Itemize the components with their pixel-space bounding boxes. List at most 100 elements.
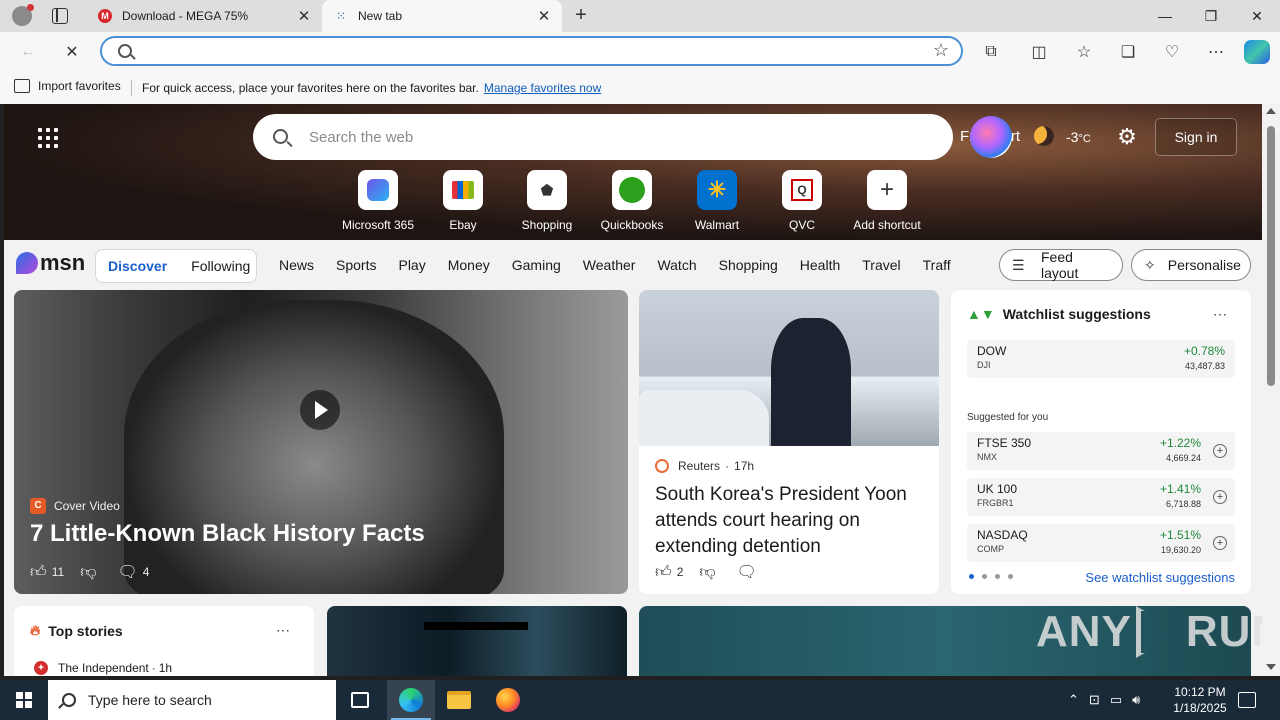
shortcut-walmart[interactable]: ✳ Walmart [672, 170, 762, 232]
favorites-icon[interactable]: ☆ [1070, 38, 1098, 66]
news-title[interactable]: South Korea's President Yoon attends cou… [655, 482, 925, 560]
chevron-up-icon[interactable]: ⌃ [1068, 692, 1079, 708]
stock-row[interactable]: NASDAQ COMP +1.51% 19,630.20 + [967, 524, 1235, 562]
address-input[interactable] [142, 42, 922, 60]
news-card[interactable]: Reuters · 17h South Korea's President Yo… [639, 290, 939, 594]
search-icon [273, 129, 288, 144]
settings-more-icon[interactable]: ⋯ [1202, 38, 1230, 66]
web-search-input[interactable] [309, 127, 909, 147]
nav-weather[interactable]: Weather [583, 257, 636, 273]
nav-play[interactable]: Play [398, 257, 425, 273]
nav-shopping[interactable]: Shopping [719, 257, 778, 273]
restore-button[interactable]: ❐ [1188, 0, 1234, 32]
app-launcher-icon[interactable] [38, 128, 58, 148]
nav-news[interactable]: News [279, 257, 314, 273]
image-story-card[interactable] [327, 606, 627, 676]
import-favorites-button[interactable]: Import favorites [14, 79, 121, 93]
shortcut-ebay[interactable]: Ebay [418, 170, 508, 232]
stop-loading-button[interactable]: ✕ [58, 38, 86, 66]
add-to-watchlist-icon[interactable]: + [1213, 490, 1227, 504]
stock-row[interactable]: FTSE 350 NMX +1.22% 4,669.24 + [967, 432, 1235, 470]
nav-sports[interactable]: Sports [336, 257, 376, 273]
comment-button[interactable]: 🗨︎ [737, 562, 762, 582]
news-image [639, 290, 939, 446]
stock-change: +1.41% [1159, 482, 1201, 496]
tab-mega-download[interactable]: M Download - MEGA 75% ✕ [86, 0, 322, 32]
gear-icon[interactable]: ⚙ [1116, 126, 1138, 148]
close-tab-icon[interactable]: ✕ [296, 7, 312, 25]
nav-money[interactable]: Money [448, 257, 490, 273]
nav-traffic[interactable]: Traffic [923, 257, 951, 273]
system-clock[interactable]: 10:12 PM 1/18/2025 [1160, 684, 1240, 716]
more-options-icon[interactable]: ⋯ [276, 622, 291, 639]
page-scrollbar[interactable] [1262, 104, 1280, 676]
start-button[interactable] [0, 680, 48, 720]
taskbar-search[interactable]: Type here to search [48, 680, 336, 720]
taskbar-firefox[interactable] [484, 680, 532, 720]
add-to-watchlist-icon[interactable]: + [1213, 536, 1227, 550]
copilot-icon[interactable] [1244, 40, 1270, 64]
add-shortcut-button[interactable]: + Add shortcut [842, 170, 932, 232]
personalise-label: Personalise [1167, 257, 1241, 273]
nav-travel[interactable]: Travel [862, 257, 900, 273]
manage-favorites-link[interactable]: Manage favorites now [484, 81, 601, 95]
web-search-box[interactable] [253, 114, 953, 160]
temperature[interactable]: -3°C [1066, 129, 1091, 145]
shortcut-shopping[interactable]: ⬟ Shopping [502, 170, 592, 232]
scroll-down-icon[interactable] [1266, 664, 1276, 670]
see-watchlist-link[interactable]: See watchlist suggestions [1085, 570, 1235, 585]
volume-icon[interactable]: 🔊︎ [1132, 692, 1140, 708]
nav-health[interactable]: Health [800, 257, 840, 273]
shortcut-microsoft365[interactable]: Microsoft 365 [333, 170, 423, 232]
stock-row[interactable]: UK 100 FRGBR1 +1.41% 6,718.88 + [967, 478, 1235, 516]
close-window-button[interactable]: ✕ [1234, 0, 1280, 32]
split-screen-icon[interactable]: ◫ [1025, 38, 1053, 66]
add-to-watchlist-icon[interactable]: + [1213, 444, 1227, 458]
personalise-button[interactable]: ✧ Personalise [1131, 249, 1251, 281]
address-bar[interactable]: ☆ [100, 36, 963, 66]
shortcut-quickbooks[interactable]: Quickbooks [587, 170, 677, 232]
carousel-dots[interactable] [969, 574, 1021, 579]
stock-price: 19,630.20 [1160, 545, 1201, 555]
collections-icon[interactable]: ❏ [1114, 38, 1142, 66]
scroll-up-icon[interactable] [1266, 108, 1276, 114]
more-options-icon[interactable]: ⋯ [1213, 306, 1228, 323]
back-button[interactable]: ← [14, 38, 42, 66]
dislike-button[interactable]: 👎︎ [699, 563, 720, 582]
taskbar-file-explorer[interactable] [435, 680, 483, 720]
new-tab-button[interactable]: + [570, 4, 592, 28]
notification-icon[interactable] [1238, 692, 1256, 708]
play-icon[interactable] [300, 390, 340, 430]
close-tab-icon[interactable]: ✕ [536, 7, 552, 25]
minimize-button[interactable]: — [1142, 0, 1188, 32]
favorite-star-icon[interactable]: ☆ [933, 40, 949, 61]
tab-following[interactable]: Following [179, 258, 262, 274]
task-view-button[interactable] [336, 680, 384, 720]
profile-icon[interactable] [12, 4, 34, 26]
browser-essentials-icon[interactable]: ♡ [1158, 38, 1186, 66]
copilot-button-icon[interactable] [970, 116, 1012, 158]
comment-button[interactable]: 🗨︎ 4 [117, 562, 149, 582]
extensions-icon[interactable]: ⧉ [977, 38, 1005, 66]
sign-in-button[interactable]: Sign in [1155, 118, 1237, 156]
scroll-thumb[interactable] [1267, 126, 1275, 386]
network-icon[interactable]: ▭ [1110, 692, 1122, 708]
tab-actions-icon[interactable] [52, 8, 68, 24]
stock-price: 43,487.83 [1184, 361, 1225, 371]
taskbar-edge[interactable] [387, 680, 435, 720]
nav-watch[interactable]: Watch [657, 257, 696, 273]
hero-video-card[interactable]: C Cover Video 7 Little-Known Black Histo… [14, 290, 628, 594]
device-icon[interactable]: ⊡ [1089, 692, 1100, 708]
like-button[interactable]: 👍︎ 2 [655, 563, 683, 582]
like-button[interactable]: 👍︎ 11 [30, 563, 64, 582]
dislike-button[interactable]: 👎︎ [80, 563, 101, 582]
msn-logo[interactable]: msn [16, 250, 85, 276]
stock-change: +0.78% [1183, 344, 1225, 358]
tab-discover[interactable]: Discover [96, 258, 179, 274]
nav-gaming[interactable]: Gaming [512, 257, 561, 273]
feed-layout-button[interactable]: ☰ Feed layout [999, 249, 1123, 281]
tab-new-tab[interactable]: ⁙ New tab ✕ [322, 0, 562, 32]
shortcut-qvc[interactable]: Q QVC [757, 170, 847, 232]
hero-title[interactable]: 7 Little-Known Black History Facts [30, 520, 425, 548]
stock-row[interactable]: DOW DJI +0.78% 43,487.83 [967, 340, 1235, 378]
